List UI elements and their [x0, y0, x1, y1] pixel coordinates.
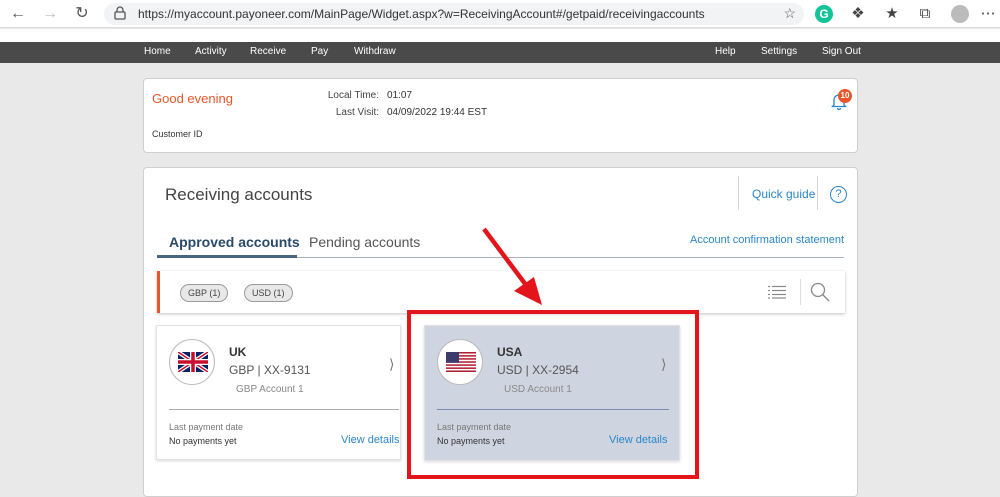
filter-chip-gbp[interactable]: GBP (1): [180, 284, 229, 302]
url-text: https://myaccount.payoneer.com/MainPage/…: [138, 7, 705, 21]
quick-guide-button[interactable]: Quick guide: [738, 176, 818, 210]
account-name: GBP Account 1: [236, 384, 304, 395]
panel-title: Receiving accounts: [165, 185, 313, 204]
highlight-box-annotation: [407, 310, 699, 479]
nav-help[interactable]: Help: [715, 46, 736, 57]
view-details-link[interactable]: View details: [341, 434, 400, 446]
more-menu-icon[interactable]: ⋯: [978, 4, 998, 24]
nav-pay[interactable]: Pay: [311, 46, 328, 57]
back-arrow-icon[interactable]: ←: [8, 4, 28, 24]
nav-withdraw[interactable]: Withdraw: [354, 46, 396, 57]
greeting-card: Good evening Customer ID Local Time: 01:…: [143, 78, 858, 153]
reload-icon[interactable]: ↻: [72, 4, 92, 24]
collections-icon[interactable]: ⧉: [915, 4, 935, 24]
site-nav-bar: Home Activity Receive Pay Withdraw Help …: [0, 42, 1000, 63]
forward-arrow-icon[interactable]: →: [40, 4, 60, 24]
filter-divider: [800, 279, 801, 305]
account-confirmation-link[interactable]: Account confirmation statement: [690, 234, 844, 246]
tab-approved-accounts[interactable]: Approved accounts: [169, 234, 300, 250]
favorites-list-icon[interactable]: ★: [882, 4, 902, 24]
nav-receive[interactable]: Receive: [250, 46, 286, 57]
help-icon[interactable]: ?: [830, 186, 847, 203]
last-payment-value: No payments yet: [169, 436, 237, 446]
account-number: GBP | XX-9131: [229, 363, 311, 377]
address-bar[interactable]: https://myaccount.payoneer.com/MainPage/…: [104, 3, 804, 25]
filter-chip-usd[interactable]: USD (1): [244, 284, 293, 302]
local-time-label: Local Time:: [327, 90, 379, 101]
account-card-uk[interactable]: UK GBP | XX-9131 GBP Account 1 ⟩ Last pa…: [156, 325, 401, 460]
chevron-right-icon[interactable]: ⟩: [389, 356, 394, 373]
grammarly-extension-icon[interactable]: G: [815, 5, 833, 23]
nav-activity[interactable]: Activity: [195, 46, 227, 57]
card-divider: [169, 409, 399, 410]
list-view-icon[interactable]: [768, 285, 786, 299]
uk-flag-icon: [169, 339, 215, 385]
last-payment-label: Last payment date: [169, 422, 244, 432]
nav-home[interactable]: Home: [144, 46, 171, 57]
customer-id-label: Customer ID: [152, 129, 203, 139]
greeting-title: Good evening: [152, 91, 233, 106]
favorite-star-icon[interactable]: ☆: [783, 5, 796, 22]
extensions-icon[interactable]: ❖: [848, 4, 868, 24]
last-visit-label: Last Visit:: [335, 107, 379, 118]
tab-pending-accounts[interactable]: Pending accounts: [309, 234, 420, 250]
notification-badge: 10: [838, 89, 852, 103]
lock-icon: [114, 6, 126, 20]
active-tab-indicator: [157, 255, 297, 258]
search-icon[interactable]: [810, 282, 830, 302]
account-country: UK: [229, 345, 247, 359]
browser-toolbar: ← → ↻ https://myaccount.payoneer.com/Mai…: [0, 0, 1000, 28]
local-time-value: 01:07: [387, 90, 413, 101]
profile-avatar[interactable]: [951, 5, 969, 23]
last-visit-value: 04/09/2022 19:44 EST: [387, 107, 488, 118]
quick-guide-label: Quick guide: [752, 187, 816, 201]
red-arrow-annotation: [482, 227, 542, 305]
page-top-gap: [0, 29, 1000, 42]
nav-sign-out[interactable]: Sign Out: [822, 46, 861, 57]
nav-settings[interactable]: Settings: [761, 46, 797, 57]
